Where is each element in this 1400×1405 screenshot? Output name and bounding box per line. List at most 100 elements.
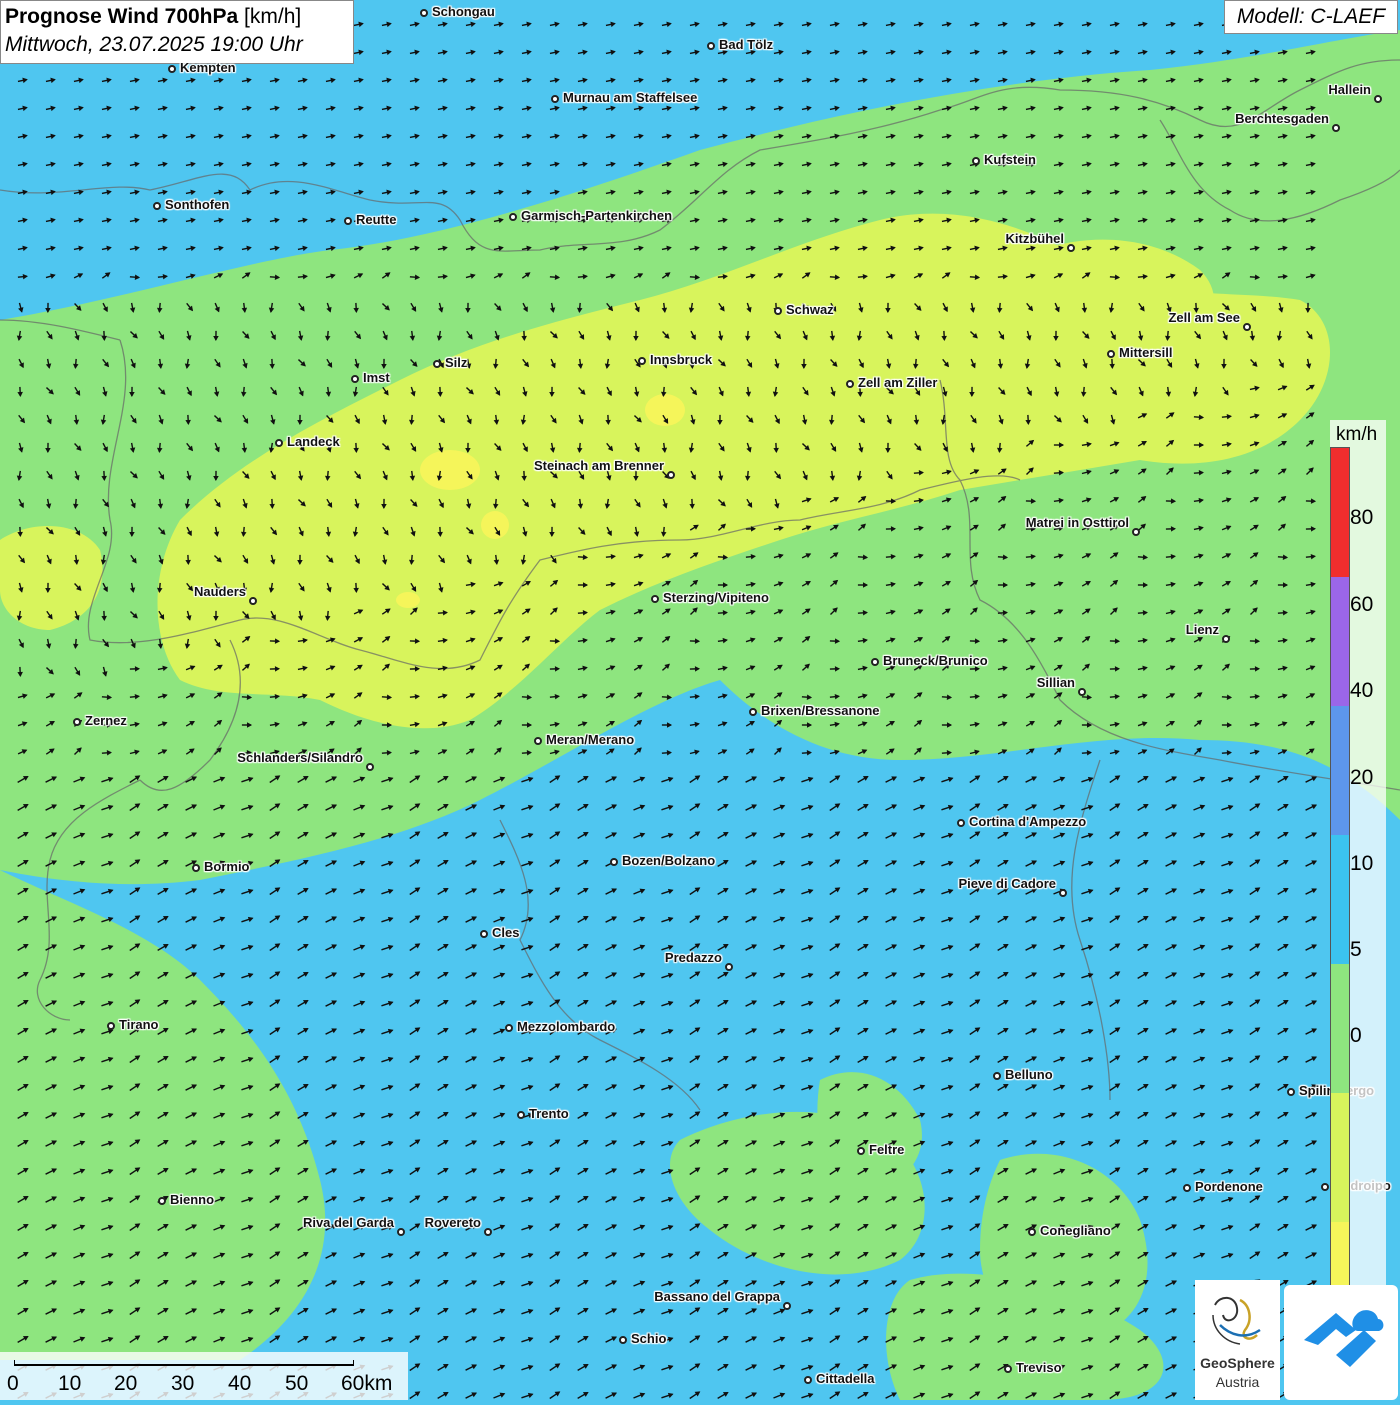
city-marker [1222, 635, 1230, 643]
city-marker [484, 1228, 492, 1236]
city-marker [1028, 1228, 1036, 1236]
city-marker [153, 202, 161, 210]
city-marker [344, 217, 352, 225]
legend-tick-label: 20 [1350, 766, 1373, 790]
scale-bar-label: 60km [341, 1372, 392, 1396]
city-marker [480, 930, 488, 938]
city-marker [651, 595, 659, 603]
scale-bar-label: 20 [114, 1372, 137, 1396]
legend-swatch [1331, 448, 1349, 578]
city-label: Landeck [287, 434, 340, 449]
city-label: Bozen/Bolzano [622, 853, 715, 868]
city-marker [1107, 350, 1115, 358]
map-title-box: Prognose Wind 700hPa [km/h] Mittwoch, 23… [0, 0, 354, 64]
city-label: Conegliano [1040, 1223, 1111, 1238]
legend-tick-label: 5 [1350, 938, 1362, 962]
weather-app-logo[interactable] [1284, 1285, 1398, 1400]
city-label: Garmisch-Partenkirchen [521, 208, 672, 223]
map-title: Prognose Wind 700hPa [km/h] [5, 3, 349, 31]
legend-color-bar [1330, 447, 1350, 1350]
city-marker [857, 1147, 865, 1155]
city-marker [1374, 95, 1382, 103]
city-label: Sonthofen [165, 197, 229, 212]
city-marker [505, 1024, 513, 1032]
city-label: Kempten [180, 60, 236, 75]
city-marker [249, 597, 257, 605]
city-label: Schwaz [786, 302, 834, 317]
wind-zone-0-5-spot [420, 450, 480, 490]
city-label: Feltre [869, 1142, 904, 1157]
city-label: Pordenone [1195, 1179, 1263, 1194]
model-label: Modell: C-LAEF [1224, 0, 1398, 34]
city-label: Kitzbühel [1006, 231, 1065, 246]
city-marker [638, 357, 646, 365]
city-label: Berchtesgaden [1235, 111, 1329, 126]
city-marker [707, 42, 715, 50]
geosphere-logo-text: GeoSphere [1195, 1355, 1280, 1371]
weather-app-icon [1284, 1285, 1398, 1400]
city-marker [725, 963, 733, 971]
city-marker [972, 157, 980, 165]
city-label: Trento [529, 1106, 569, 1121]
legend-tick-label: 10 [1350, 852, 1373, 876]
city-label: Schlanders/Silandro [237, 750, 363, 765]
wind-zone-0-5-spot [396, 592, 420, 608]
city-marker [1332, 124, 1340, 132]
city-label: Predazzo [665, 950, 722, 965]
scale-bar-label: 50 [285, 1372, 308, 1396]
city-marker [993, 1072, 1001, 1080]
city-marker [804, 1376, 812, 1384]
city-label: Treviso [1016, 1360, 1062, 1375]
city-marker [1321, 1183, 1329, 1191]
city-marker [73, 718, 81, 726]
city-marker [783, 1302, 791, 1310]
city-label: Silz [445, 355, 467, 370]
city-marker [1183, 1184, 1191, 1192]
city-label: Bienno [170, 1192, 214, 1207]
city-label: Bassano del Grappa [654, 1289, 780, 1304]
city-marker [534, 737, 542, 745]
city-label: Murnau am Staffelsee [563, 90, 697, 105]
city-marker [846, 380, 854, 388]
city-marker [1078, 688, 1086, 696]
city-marker [1067, 244, 1075, 252]
legend-tick-label: 40 [1350, 679, 1373, 703]
city-marker [168, 65, 176, 73]
legend-unit: km/h [1336, 424, 1377, 446]
city-marker [1132, 528, 1140, 536]
scale-bar-label: 30 [171, 1372, 194, 1396]
city-label: Meran/Merano [546, 732, 634, 747]
city-label: Belluno [1005, 1067, 1053, 1082]
legend-swatch [1331, 1093, 1349, 1223]
city-marker [1004, 1365, 1012, 1373]
city-label: Steinach am Brenner [534, 458, 664, 473]
scale-bar-label: 40 [228, 1372, 251, 1396]
legend-swatch [1331, 835, 1349, 965]
city-label: Rovereto [425, 1215, 481, 1230]
city-marker [551, 95, 559, 103]
geosphere-emblem-icon [1195, 1280, 1280, 1355]
city-label: Bruneck/Brunico [883, 653, 988, 668]
city-label: Mittersill [1119, 345, 1172, 360]
legend-swatch [1331, 706, 1349, 836]
city-marker [749, 708, 757, 716]
scale-bar-label: 10 [58, 1372, 81, 1396]
legend-swatch [1331, 964, 1349, 1094]
city-marker [158, 1197, 166, 1205]
legend-tick-label: 60 [1350, 593, 1373, 617]
city-marker [1243, 323, 1251, 331]
city-marker [1059, 889, 1067, 897]
city-label: Zell am Ziller [858, 375, 937, 390]
scale-bar-line [14, 1360, 354, 1366]
city-label: Bormio [204, 859, 250, 874]
city-marker [107, 1022, 115, 1030]
city-label: Innsbruck [650, 352, 712, 367]
city-marker [610, 858, 618, 866]
city-label: Lienz [1186, 622, 1219, 637]
city-label: Schongau [432, 4, 495, 19]
city-marker [667, 471, 675, 479]
city-label: Nauders [194, 584, 246, 599]
city-label: Cortina d'Ampezzo [969, 814, 1086, 829]
city-label: Matrei in Osttirol [1026, 515, 1129, 530]
city-marker [397, 1228, 405, 1236]
